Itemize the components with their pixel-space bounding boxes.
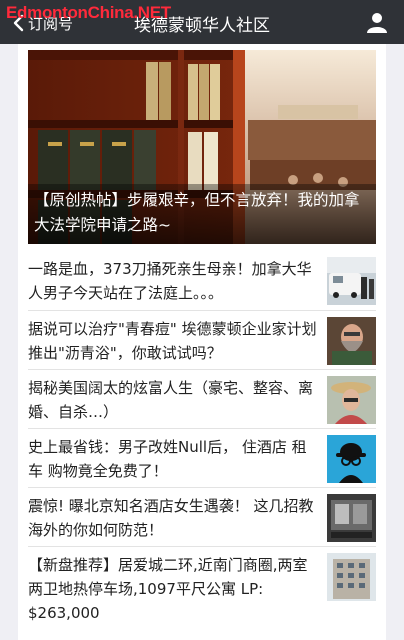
bowler-hat-icon	[327, 435, 376, 483]
article-thumbnail	[327, 317, 376, 365]
article-thumbnail	[327, 376, 376, 424]
featured-article[interactable]: 【原创热帖】步履艰辛，但不言放弃！我的加拿大法学院申请之路~	[28, 50, 376, 244]
list-item[interactable]: 震惊! 曝北京知名酒店女生遇袭！ 这几招教海外的你如何防范！	[28, 487, 376, 546]
article-title: 据说可以治疗"青春痘" 埃德蒙顿企业家计划推出"沥青浴"，你敢试试吗？	[28, 320, 317, 362]
hotel-corridor-image	[327, 494, 376, 542]
article-thumbnail	[327, 494, 376, 542]
apartment-building-image	[327, 553, 376, 601]
article-list: 一路是血，373刀捅死亲生母亲！加拿大华人男子今天站在了法庭上。。。 据说可以治…	[28, 251, 376, 636]
site-watermark: EdmontonChina.NET	[6, 3, 171, 22]
article-list-card: 【原创热帖】步履艰辛，但不言放弃！我的加拿大法学院申请之路~ 一路是血，373刀…	[18, 44, 386, 640]
article-title: 【新盘推荐】居爱城二环,近南门商圈,两室两卫地热停车场,1097平尺公寓 LP:…	[28, 556, 308, 622]
article-title: 一路是血，373刀捅死亲生母亲！加拿大华人男子今天站在了法庭上。。。	[28, 260, 312, 302]
user-profile-icon[interactable]	[366, 11, 388, 33]
article-title: 揭秘美国阔太的炫富人生（豪宅、整容、离婚、自杀…）	[28, 379, 314, 421]
article-thumbnail	[327, 257, 376, 305]
courthouse-van-image	[327, 257, 376, 305]
list-item[interactable]: 史上最省钱：男子改姓Null后， 住酒店 租车 购物竟全免费了！	[28, 428, 376, 487]
article-thumbnail	[327, 435, 376, 483]
list-item[interactable]: 【新盘推荐】居爱城二环,近南门商圈,两室两卫地热停车场,1097平尺公寓 LP:…	[28, 546, 376, 636]
article-title: 史上最省钱：男子改姓Null后， 住酒店 租车 购物竟全免费了！	[28, 438, 307, 480]
bearded-man-image	[327, 317, 376, 365]
article-thumbnail	[327, 553, 376, 601]
list-item[interactable]: 据说可以治疗"青春痘" 埃德蒙顿企业家计划推出"沥青浴"，你敢试试吗？	[28, 310, 376, 369]
featured-article-title: 【原创热帖】步履艰辛，但不言放弃！我的加拿大法学院申请之路~	[28, 184, 376, 244]
list-item[interactable]: 一路是血，373刀捅死亲生母亲！加拿大华人男子今天站在了法庭上。。。	[28, 251, 376, 310]
article-title: 震惊! 曝北京知名酒店女生遇袭！ 这几招教海外的你如何防范！	[28, 497, 314, 539]
list-item[interactable]: 揭秘美国阔太的炫富人生（豪宅、整容、离婚、自杀…）	[28, 369, 376, 428]
woman-hat-image	[327, 376, 376, 424]
